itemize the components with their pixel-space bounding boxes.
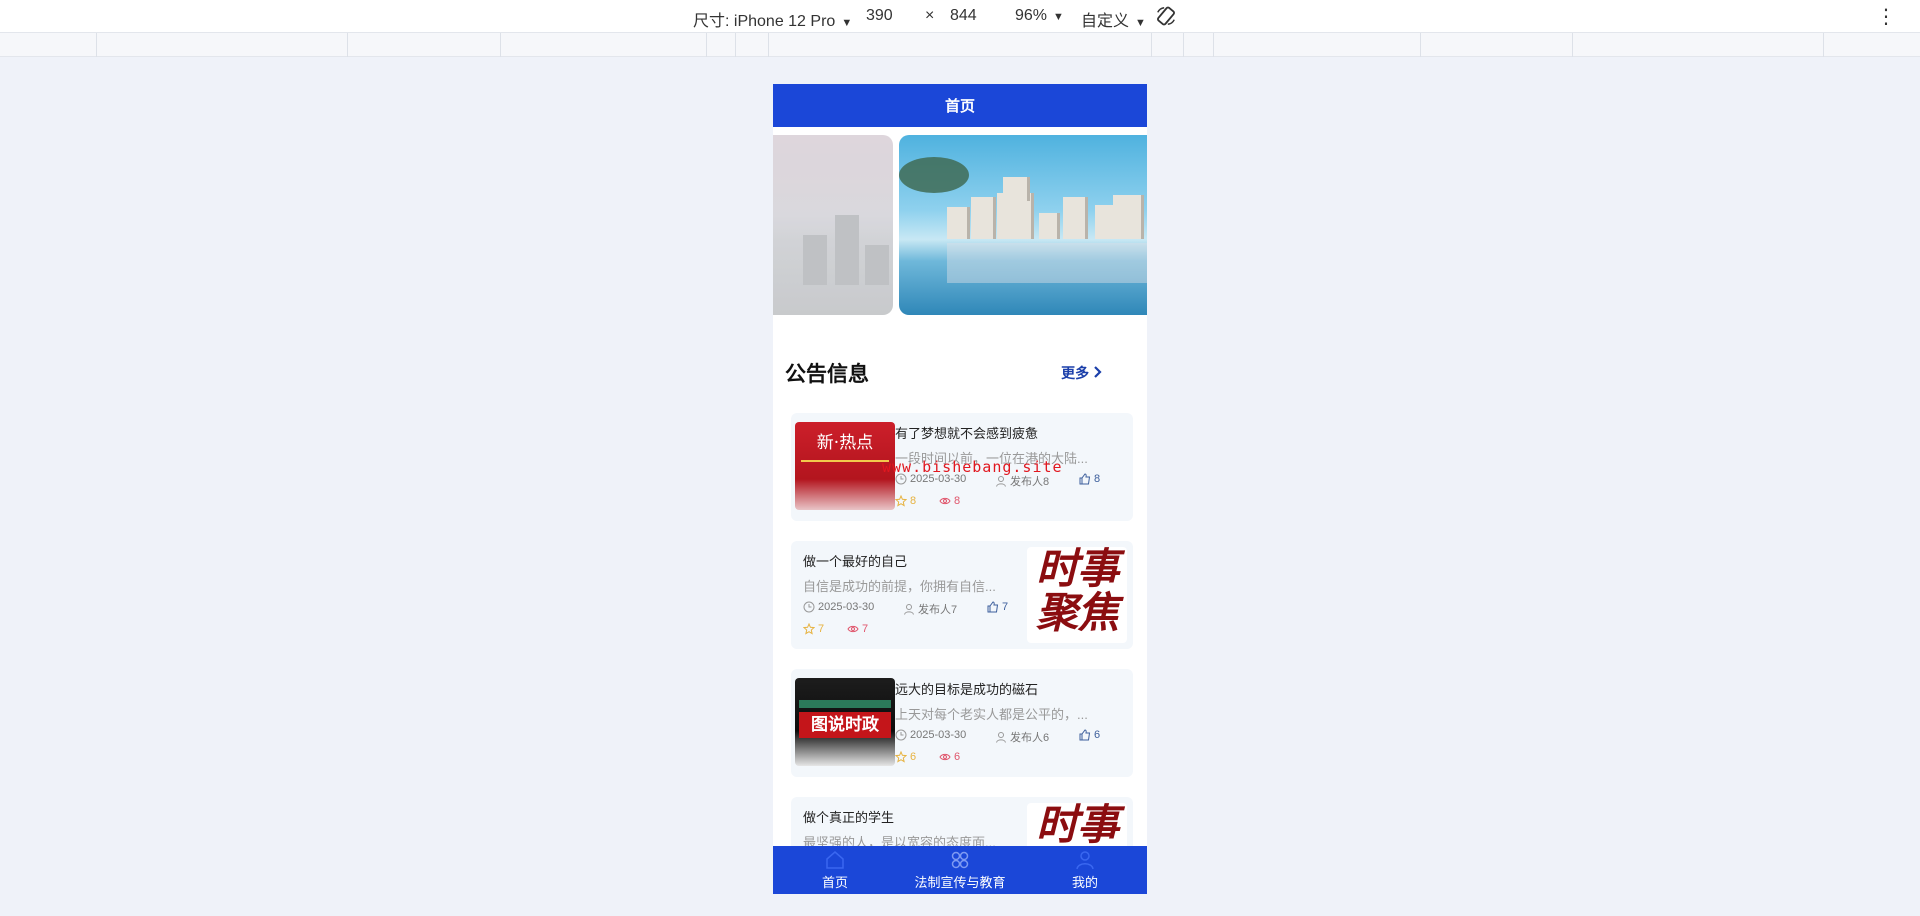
notice-title: 做一个最好的自己 [803,554,908,569]
notice-card[interactable]: 做一个最好的自己 自信是成功的前提，你拥有自信... 2025-03-30 发布… [791,541,1133,649]
notice-section-header: 公告信息 更多 [785,358,1135,386]
like-button[interactable]: 6 [1079,729,1100,741]
notice-date: 2025-03-30 [818,601,875,613]
mode-label: 自定义 [1081,13,1130,30]
star-icon [895,495,907,507]
tab-law-education[interactable]: 法制宣传与教育 [900,846,1020,894]
view-count: 6 [954,751,961,763]
notice-author: 发布人6 [1010,732,1050,744]
devtools-toolbar: 尺寸: iPhone 12 Pro ▼ 390 × 844 96% ▼ 自定义 ▼ ⋮ [0,0,1920,33]
grid-icon [951,851,969,869]
tab-label: 法制宣传与教育 [914,875,1006,890]
notice-thumbnail: 图说时政 [795,678,895,766]
rotate-icon[interactable] [1155,5,1177,27]
thumbnail-text: 新·热点 [816,433,874,453]
times-sign: × [925,7,935,24]
page-title: 首页 [944,98,975,115]
device-label: 尺寸: iPhone 12 Pro [693,13,836,30]
tab-bar: 首页 法制宣传与教育 我的 [773,846,1147,894]
tab-home[interactable]: 首页 [775,846,895,894]
banner-slide-current[interactable] [899,135,1147,315]
favorite-count: 6 [910,751,917,763]
eye-icon [939,497,951,505]
thumbs-up-icon [1079,473,1091,485]
clock-icon [895,729,907,741]
tab-label: 首页 [821,875,848,890]
star-icon [803,623,815,635]
like-button[interactable]: 8 [1079,473,1100,485]
tab-me[interactable]: 我的 [1025,846,1145,894]
thumbs-up-icon [987,601,999,613]
width-input[interactable]: 390 [866,7,893,25]
favorite-button[interactable]: 8 [895,495,916,507]
like-button[interactable]: 7 [987,601,1008,613]
thumbnail-text: 图说时政 [799,712,891,738]
watermark-text: www.bishebang.site [882,458,1063,476]
caret-down-icon: ▼ [841,17,853,29]
favorite-button[interactable]: 7 [803,623,824,635]
notice-author: 发布人7 [918,604,958,616]
banner-slide-prev[interactable] [773,135,893,315]
more-vertical-icon[interactable]: ⋮ [1876,4,1896,29]
more-link[interactable]: 更多 [1061,363,1103,383]
chevron-right-icon [1094,366,1102,378]
notice-card[interactable]: 图说时政 远大的目标是成功的磁石 上天对每个老实人都是公平的，... 2025-… [791,669,1133,777]
favorite-count: 8 [910,495,917,507]
tab-label: 我的 [1071,875,1098,890]
user-icon [996,476,1006,487]
notice-title: 做个真正的学生 [803,810,895,825]
device-select[interactable]: 尺寸: iPhone 12 Pro ▼ [693,7,852,31]
thumbnail-text: 时事 [1035,803,1119,848]
mode-select[interactable]: 自定义 ▼ [1081,7,1146,31]
notice-desc: 自信是成功的前提，你拥有自信... [803,579,996,594]
height-input[interactable]: 844 [950,7,977,25]
navbar: 首页 [773,84,1147,127]
thumbnail-text: 聚焦 [1035,589,1119,636]
zoom-label: 96% [1015,7,1048,24]
eye-icon [847,625,859,633]
view-count: 8 [954,495,961,507]
eye-icon [939,753,951,761]
notice-thumbnail: 新·热点 [795,422,895,510]
zoom-select[interactable]: 96% ▼ [1015,7,1064,25]
user-icon [904,604,914,615]
view-count: 7 [862,623,869,635]
notice-date: 2025-03-30 [910,729,967,741]
caret-down-icon: ▼ [1135,17,1146,29]
phone-viewport: 首页 公告信息 更多 新·热点 有了梦想就不会感到疲惫 一段时间以前，一位在港的… [773,84,1147,894]
thumbs-up-icon [1079,729,1091,741]
section-title: 公告信息 [785,363,869,386]
clock-icon [803,601,815,613]
like-count: 7 [1002,601,1009,613]
thumbnail-text: 时事 [1035,547,1119,592]
notice-title: 远大的目标是成功的磁石 [895,682,1039,697]
star-icon [895,751,907,763]
user-icon [996,732,1006,743]
banner-swiper[interactable] [773,135,1147,315]
favorite-button[interactable]: 6 [895,751,916,763]
media-query-ruler [0,33,1920,57]
like-count: 8 [1094,473,1101,485]
caret-down-icon: ▼ [1053,11,1064,23]
notice-thumbnail: 时事 聚焦 [1027,547,1127,643]
notice-title: 有了梦想就不会感到疲惫 [895,426,1039,441]
more-label: 更多 [1061,365,1090,381]
like-count: 6 [1094,729,1101,741]
notice-desc: 上天对每个老实人都是公平的，... [895,707,1088,722]
user-icon [1076,851,1094,870]
favorite-count: 7 [818,623,825,635]
home-icon [826,851,844,869]
